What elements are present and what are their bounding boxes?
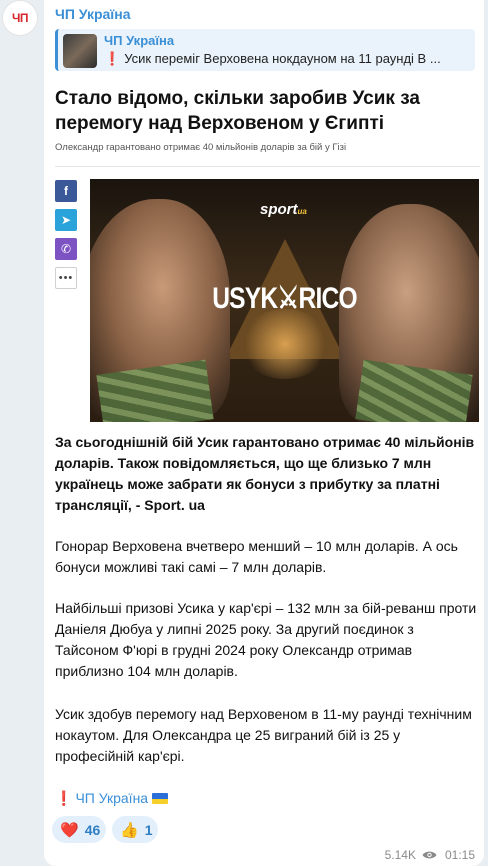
fight-title: USYK⚔RICO	[212, 282, 357, 315]
paragraph-4: Усик здобув перемогу над Верховеном в 11…	[55, 706, 472, 764]
eye-icon	[422, 850, 437, 860]
sport-ua-logo: sportua	[260, 201, 307, 218]
reaction-heart[interactable]: ❤️ 46	[52, 816, 106, 843]
viber-share-icon[interactable]: ✆	[55, 238, 77, 260]
reply-thumbnail	[63, 34, 97, 68]
reply-text: ❗ Усик переміг Верховена нокдауном на 11 …	[104, 51, 474, 67]
reply-preview[interactable]: ЧП Україна ❗ Усик переміг Верховена нокда…	[55, 29, 475, 71]
more-share-icon[interactable]: •••	[55, 267, 77, 289]
view-count: 5.14K	[384, 848, 416, 862]
message-meta: 5.14K 01:15	[385, 848, 475, 862]
paragraph-2: Гонорар Верховена вчетверо менший – 10 м…	[55, 538, 458, 575]
article-image[interactable]: sportua USYK⚔RICO	[90, 179, 479, 422]
heart-icon: ❤️	[60, 821, 79, 839]
article-subtitle: Олександр гарантовано отримає 40 мільйон…	[55, 142, 347, 153]
reply-text-content: Усик переміг Верховена нокдауном на 11 р…	[124, 51, 441, 66]
reaction-count: 46	[84, 821, 101, 838]
reaction-count: 1	[144, 821, 153, 838]
message-time: 01:15	[444, 848, 475, 862]
throne-glow	[240, 309, 330, 379]
exclamation-icon: ❗	[104, 51, 121, 66]
reaction-thumbs-up[interactable]: 👍 1	[112, 816, 158, 843]
paragraph-lead: За сьогоднішній бій Усик гарантовано отр…	[55, 434, 475, 513]
reply-title: ЧП Україна	[104, 33, 175, 48]
telegram-share-icon[interactable]: ➤	[55, 209, 77, 231]
thumbs-up-icon: 👍	[120, 821, 139, 839]
channel-signature[interactable]: ❗ ЧП Україна	[55, 790, 169, 807]
channel-name[interactable]: ЧП Україна	[55, 6, 131, 22]
divider	[55, 166, 480, 167]
facebook-share-icon[interactable]: f	[55, 180, 77, 202]
channel-avatar[interactable]: ЧП	[2, 0, 38, 36]
signature-text: ЧП Україна	[75, 790, 149, 806]
paragraph-3: Найбільші призові Усика у кар'єрі – 132 …	[55, 600, 477, 679]
exclamation-icon: ❗	[55, 790, 73, 806]
article-title[interactable]: Стало відомо, скільки заробив Усик за пе…	[55, 86, 475, 136]
ukraine-flag-icon	[152, 793, 169, 804]
message-bubble: ЧП Україна ЧП Україна ❗ Усик переміг Верх…	[44, 0, 484, 866]
